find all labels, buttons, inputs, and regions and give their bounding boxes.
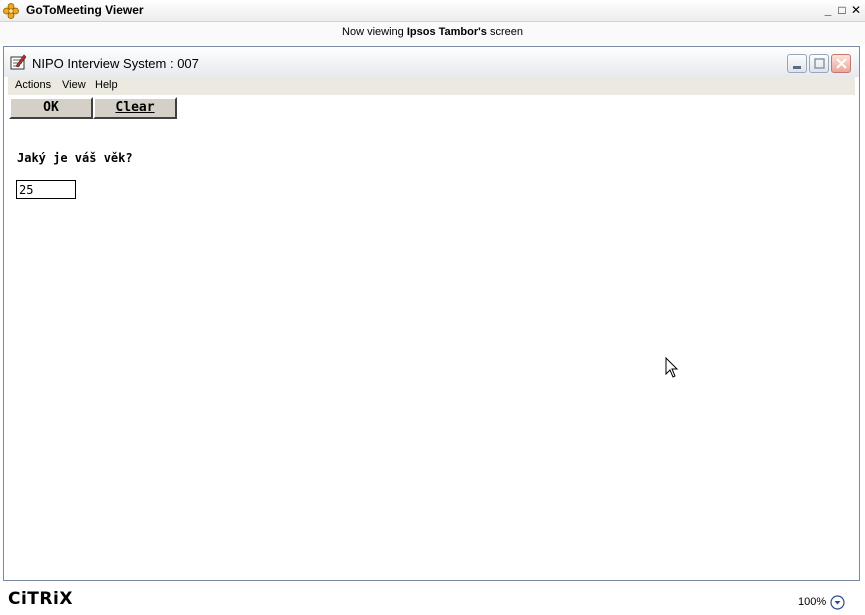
flower-logo-icon	[3, 3, 19, 19]
menu-bar: Actions View Help	[8, 77, 855, 95]
toolbar: OK Clear	[8, 95, 855, 121]
menu-actions[interactable]: Actions	[15, 79, 51, 91]
maximize-button[interactable]	[809, 54, 829, 73]
viewer-maximize-button[interactable]: □	[836, 4, 848, 16]
answer-input[interactable]	[16, 180, 76, 199]
menu-view[interactable]: View	[62, 79, 86, 91]
zoom-level: 100%	[798, 596, 827, 608]
viewer-close-button[interactable]: ✕	[850, 4, 862, 16]
window-title: NIPO Interview System : 007	[32, 56, 199, 71]
nipo-window: NIPO Interview System : 007 Actions View…	[3, 46, 860, 581]
interview-content: Jaký je váš věk?	[8, 121, 855, 577]
maximize-icon	[814, 58, 825, 69]
chevron-down-circle-icon[interactable]	[830, 595, 845, 610]
minimize-button[interactable]	[787, 54, 807, 73]
menu-help[interactable]: Help	[95, 79, 118, 91]
viewing-prefix: Now viewing	[342, 26, 407, 38]
viewer-title: GoToMeeting Viewer	[26, 3, 144, 17]
viewer-minimize-button[interactable]: _	[822, 4, 834, 16]
question-text: Jaký je váš věk?	[17, 151, 133, 165]
ok-button[interactable]: OK	[9, 97, 93, 119]
viewer-titlebar: GoToMeeting Viewer _ □ ✕	[0, 0, 865, 22]
nipo-titlebar: NIPO Interview System : 007	[4, 47, 859, 77]
viewing-suffix: screen	[486, 26, 523, 38]
close-icon	[836, 58, 847, 69]
close-button[interactable]	[831, 54, 851, 73]
mouse-cursor-icon	[665, 357, 679, 378]
viewer-statusbar: CiTRiX 100%	[0, 585, 865, 615]
nipo-app-icon	[10, 54, 26, 70]
citrix-logo: CiTRiX	[8, 589, 73, 609]
clear-button-label: Clear	[115, 100, 155, 115]
presenter-name: Ipsos Tambor's	[406, 26, 487, 38]
viewing-status: Now viewing Ipsos Tambor's screen	[0, 22, 865, 44]
minimize-icon	[793, 66, 801, 69]
clear-button[interactable]: Clear	[93, 97, 177, 119]
